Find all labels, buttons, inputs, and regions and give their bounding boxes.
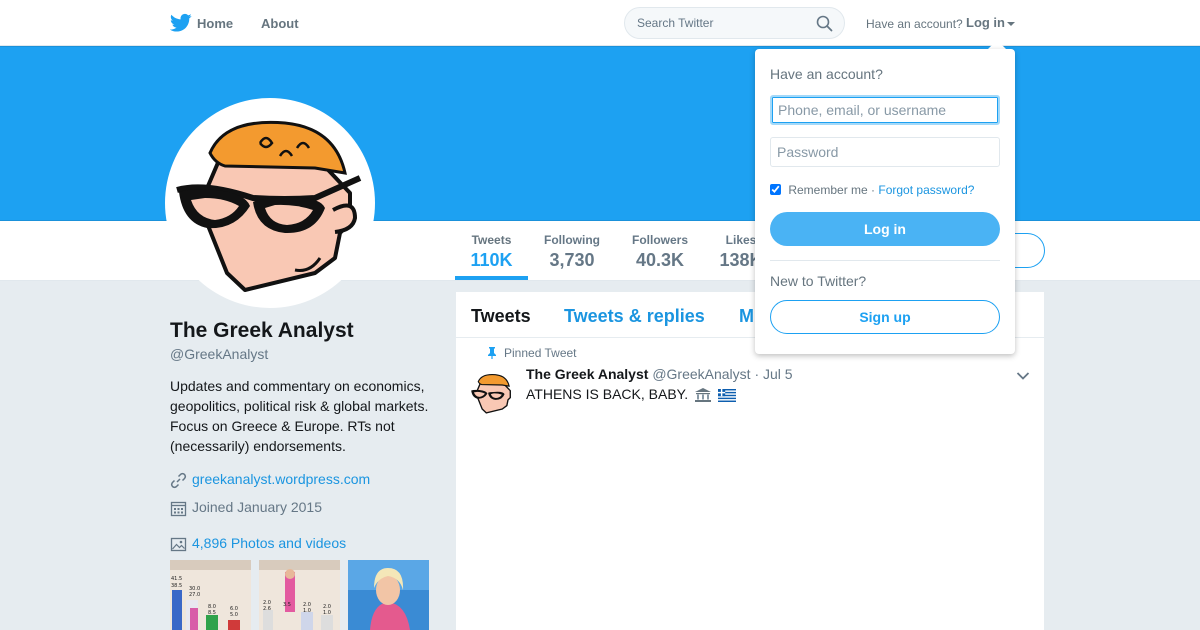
dexter-avatar-image xyxy=(176,120,362,292)
tweet-text-content: ATHENS IS BACK, BABY. xyxy=(526,386,689,402)
svg-text:38.5: 38.5 xyxy=(171,583,182,589)
profile-website-row: greekanalyst.wordpress.com xyxy=(170,471,430,491)
tweet-author-name[interactable]: The Greek Analyst xyxy=(526,366,648,382)
profile-joined-date: Joined January 2015 xyxy=(192,499,322,515)
tweet-author-handle[interactable]: @GreekAnalyst xyxy=(652,366,750,382)
pinned-label-text: Pinned Tweet xyxy=(504,346,577,360)
tweet-avatar[interactable] xyxy=(468,369,516,417)
stat-value: 3,730 xyxy=(549,250,595,270)
search-box[interactable] xyxy=(624,7,845,39)
chevron-down-icon[interactable] xyxy=(1016,371,1030,381)
pinned-tweet-label: Pinned Tweet xyxy=(488,346,577,360)
profile-avatar[interactable] xyxy=(165,98,375,308)
svg-text:1.0: 1.0 xyxy=(323,610,331,616)
stat-following[interactable]: Following 3,730 xyxy=(540,233,604,271)
stat-label: Followers xyxy=(631,233,688,247)
svg-text:41.5: 41.5 xyxy=(171,576,182,582)
stat-value: 110K xyxy=(470,250,513,270)
greek-flag-icon xyxy=(717,388,736,402)
profile-name: The Greek Analyst xyxy=(170,319,354,342)
profile-bio: Updates and commentary on economics, geo… xyxy=(170,378,429,454)
link-icon xyxy=(170,472,187,489)
svg-text:2.6: 2.6 xyxy=(263,606,271,612)
caret-down-icon xyxy=(1007,21,1015,26)
svg-text:27.0: 27.0 xyxy=(189,592,200,598)
tab-tweets[interactable]: Tweets xyxy=(471,306,531,327)
photo-thumbnail[interactable] xyxy=(348,560,429,630)
tweet-date[interactable]: · Jul 5 xyxy=(754,366,792,382)
login-dropdown-toggle[interactable]: Log in xyxy=(966,15,1015,30)
top-navigation: Home About Have an account? Log in xyxy=(0,0,1200,46)
nav-about-link[interactable]: About xyxy=(261,16,299,31)
remember-me-row: Remember me · Forgot password? xyxy=(770,183,974,197)
remember-me-checkbox[interactable] xyxy=(770,184,781,195)
remember-me-label: Remember me · xyxy=(788,183,876,197)
have-account-text: Have an account? xyxy=(866,17,963,31)
stat-label: Tweets xyxy=(471,233,512,247)
new-to-twitter-text: New to Twitter? xyxy=(770,273,867,289)
svg-text:5.0: 5.0 xyxy=(230,612,238,618)
dropdown-title: Have an account? xyxy=(770,66,883,82)
stat-label: Following xyxy=(544,233,600,247)
stat-tweets[interactable]: Tweets 110K xyxy=(467,233,516,271)
photo-thumbnail[interactable]: 2.0 2.6 3.5 2.0 1.0 2.0 1.0 xyxy=(259,560,340,630)
photos-videos-link[interactable]: 4,896 Photos and videos xyxy=(192,535,346,551)
nav-home-link[interactable]: Home xyxy=(197,16,233,31)
stat-followers[interactable]: Followers 40.3K xyxy=(628,233,692,271)
photo-icon xyxy=(170,537,187,552)
svg-text:1.0: 1.0 xyxy=(303,608,311,614)
search-input[interactable] xyxy=(637,16,807,30)
tab-tweets-replies[interactable]: Tweets & replies xyxy=(564,306,705,327)
tweet-header: The Greek Analyst @GreekAnalyst · Jul 5 xyxy=(526,366,793,382)
tab-media[interactable]: M xyxy=(739,306,754,327)
dropdown-divider xyxy=(770,260,1000,261)
classical-building-icon xyxy=(694,388,711,403)
svg-text:3.5: 3.5 xyxy=(283,602,291,608)
forgot-password-link[interactable]: Forgot password? xyxy=(878,183,974,197)
signup-button[interactable]: Sign up xyxy=(770,300,1000,334)
svg-text:8.5: 8.5 xyxy=(208,610,216,616)
profile-website-link[interactable]: greekanalyst.wordpress.com xyxy=(192,471,370,487)
tweet-text: ATHENS IS BACK, BABY. xyxy=(526,386,736,403)
profile-photos-row: 4,896 Photos and videos xyxy=(170,535,430,555)
password-field[interactable] xyxy=(770,137,1000,167)
calendar-icon xyxy=(170,501,187,517)
login-toggle-label: Log in xyxy=(966,15,1005,30)
photo-thumbnail[interactable]: 41.5 38.5 30.0 27.0 8.0 8.5 6.0 5.0 xyxy=(170,560,251,630)
profile-handle: @GreekAnalyst xyxy=(170,346,269,362)
search-icon[interactable] xyxy=(816,15,833,32)
login-dropdown: Have an account? Remember me · Forgot pa… xyxy=(755,49,1015,354)
active-stat-underline xyxy=(455,276,528,280)
username-field[interactable] xyxy=(770,95,1000,125)
login-button[interactable]: Log in xyxy=(770,212,1000,246)
pin-icon xyxy=(488,347,496,359)
profile-joined-row: Joined January 2015 xyxy=(170,499,430,519)
twitter-bird-icon[interactable] xyxy=(170,13,192,33)
stat-value: 40.3K xyxy=(635,250,685,270)
